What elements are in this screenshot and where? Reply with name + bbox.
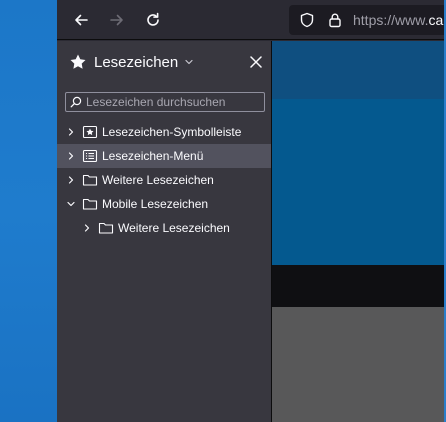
tree-item-label: Weitere Lesezeichen bbox=[118, 221, 230, 235]
tree-item-bookmark-toolbar[interactable]: Lesezeichen-Symbolleiste bbox=[57, 120, 271, 144]
sidebar-header: Lesezeichen bbox=[57, 41, 272, 83]
chevron-right-icon[interactable] bbox=[66, 175, 76, 185]
lock-icon[interactable] bbox=[327, 12, 343, 28]
tracking-protection-shield-icon[interactable] bbox=[299, 12, 315, 28]
tree-item-mobile-other-bookmarks[interactable]: Weitere Lesezeichen bbox=[57, 216, 271, 240]
chevron-down-icon[interactable] bbox=[184, 57, 194, 67]
tree-item-label: Lesezeichen-Menü bbox=[102, 149, 204, 163]
star-icon bbox=[69, 53, 87, 71]
chevron-down-icon[interactable] bbox=[66, 199, 76, 209]
close-sidebar-button[interactable] bbox=[246, 52, 266, 72]
page-header-band bbox=[272, 41, 446, 99]
chevron-right-icon[interactable] bbox=[66, 151, 76, 161]
reload-button[interactable] bbox=[139, 6, 167, 34]
folder-icon bbox=[82, 172, 98, 188]
browser-window: https://www.car Lesezeichen Lesezeichen … bbox=[57, 0, 446, 422]
sidebar-switcher-label[interactable]: Lesezeichen bbox=[94, 54, 178, 71]
desktop-background bbox=[0, 0, 57, 422]
reload-icon bbox=[147, 12, 159, 26]
tree-item-label: Mobile Lesezeichen bbox=[102, 197, 209, 211]
arrow-right-icon bbox=[110, 14, 123, 26]
chevron-right-icon[interactable] bbox=[82, 223, 92, 233]
tree-item-label: Lesezeichen-Symbolleiste bbox=[102, 125, 242, 139]
bookmark-menu-icon bbox=[82, 148, 98, 164]
arrow-left-icon bbox=[75, 14, 88, 26]
url-prefix: https://www. bbox=[353, 12, 429, 28]
url-bar[interactable]: https://www.car bbox=[289, 5, 446, 35]
bookmark-search-input[interactable] bbox=[86, 93, 264, 111]
navigation-toolbar: https://www.car bbox=[57, 0, 446, 40]
search-icon bbox=[70, 96, 82, 108]
page-gray-section bbox=[272, 307, 446, 422]
tree-item-bookmark-menu[interactable]: Lesezeichen-Menü bbox=[57, 144, 271, 168]
tree-item-label: Weitere Lesezeichen bbox=[102, 173, 214, 187]
tree-item-other-bookmarks[interactable]: Weitere Lesezeichen bbox=[57, 168, 271, 192]
bookmark-search-box[interactable] bbox=[65, 92, 265, 112]
bookmarks-sidebar: Lesezeichen Lesezeichen durchsuchen Lese… bbox=[57, 41, 272, 422]
page-content-area[interactable] bbox=[272, 41, 446, 422]
folder-icon bbox=[82, 196, 98, 212]
page-banner bbox=[272, 99, 446, 265]
folder-icon bbox=[98, 220, 114, 236]
forward-button[interactable] bbox=[103, 6, 131, 34]
close-icon bbox=[250, 56, 262, 68]
bookmark-tree: Lesezeichen-Symbolleiste Lesezeichen-Men… bbox=[57, 120, 271, 240]
url-text[interactable]: https://www.car bbox=[353, 12, 446, 28]
back-button[interactable] bbox=[67, 6, 95, 34]
chevron-right-icon[interactable] bbox=[66, 127, 76, 137]
tree-item-mobile-bookmarks[interactable]: Mobile Lesezeichen bbox=[57, 192, 271, 216]
bookmark-toolbar-icon bbox=[82, 124, 98, 140]
page-dark-strip bbox=[272, 265, 446, 307]
